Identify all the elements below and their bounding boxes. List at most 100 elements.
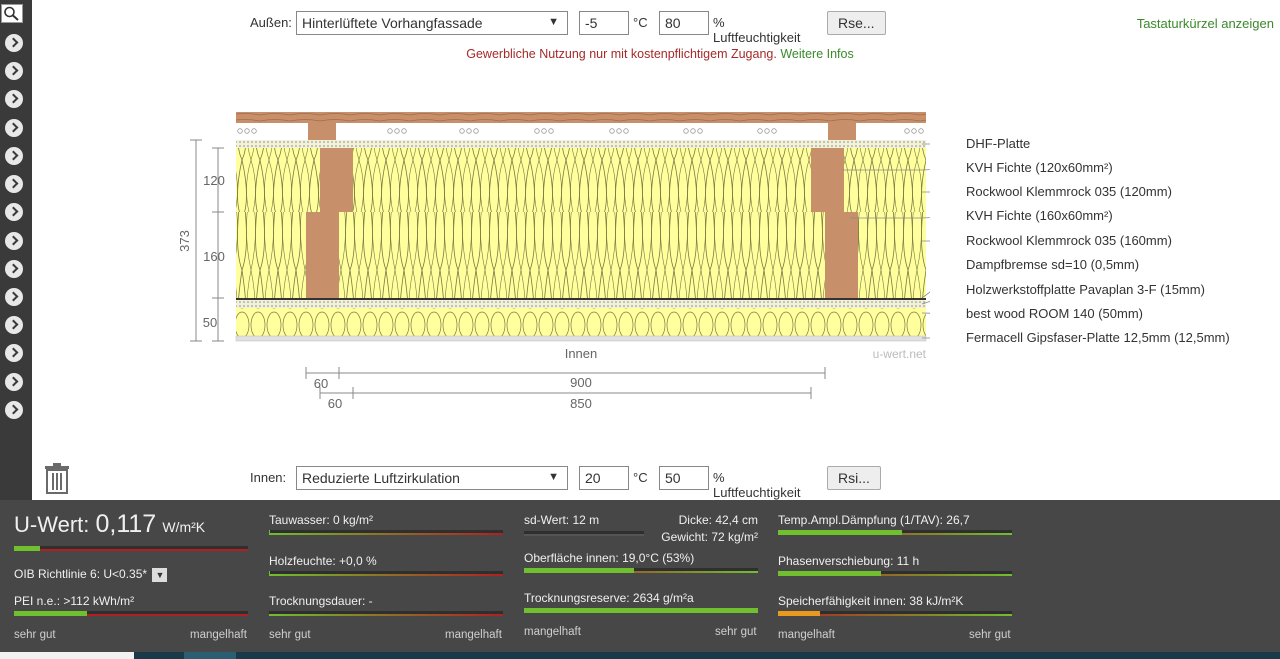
heat-capacity-value: Speicherfähigkeit innen: 38 kJ/m²K <box>778 594 964 608</box>
temp-amplitude-bar <box>778 530 1012 535</box>
layer-expand-icon[interactable] <box>5 260 23 278</box>
scale-bad-label: mangelhaft <box>524 626 581 638</box>
uvalue-display: U-Wert: 0,117 W/m²K <box>14 510 205 539</box>
sd-value: sd-Wert: 12 m <box>524 513 600 527</box>
commercial-notice: Gewerbliche Nutzung nur mit kostenpflich… <box>0 47 1280 61</box>
sd-bar <box>524 531 644 536</box>
wood-moisture-value: Holzfeuchte: +0,0 % <box>269 554 377 568</box>
scale-bad-label: mangelhaft <box>445 629 502 641</box>
layer-label: KVH Fichte (120x60mm²) <box>966 160 1113 175</box>
uvalue: 0,117 <box>95 510 157 538</box>
scale-good-label: sehr gut <box>969 629 1011 641</box>
wall-construction-drawing: 373 120 160 50 Innen u-wert.net 60 900 6… <box>170 100 1230 425</box>
pei-bar <box>14 611 248 616</box>
inside-temp-unit: °C <box>633 470 648 485</box>
scale-good-label: sehr gut <box>715 626 757 638</box>
dropdown-icon[interactable]: ▼ <box>152 567 168 582</box>
spacing-inner: 850 <box>570 396 592 411</box>
rsi-button[interactable]: Rsi... <box>827 466 881 490</box>
inside-temp-input[interactable]: 20 <box>579 466 629 490</box>
layer-label: Rockwool Klemmrock 035 (160mm) <box>966 233 1172 248</box>
drying-reserve-bar <box>524 608 758 613</box>
dhf-board-layer <box>236 140 926 148</box>
inside-label: Innen: <box>250 470 287 485</box>
app-window: Außen: Hinterlüftete Vorhangfassade ▼ -5… <box>0 0 1280 659</box>
layer-expand-icon[interactable] <box>5 147 23 165</box>
osb-board-layer <box>236 300 926 308</box>
oib-requirement: OIB Richtlinie 6: U<0.35* ▼ <box>14 567 168 582</box>
layer-label: Fermacell Gipsfaser-Platte 12,5mm (12,5m… <box>966 330 1230 345</box>
layer-expand-icon[interactable] <box>5 232 23 250</box>
layer-expand-icon[interactable] <box>5 401 23 419</box>
layer-expand-icon[interactable] <box>5 175 23 193</box>
layer-expand-icon[interactable] <box>5 373 23 391</box>
total-thickness: 373 <box>177 230 192 252</box>
layer-expand-icon[interactable] <box>5 288 23 306</box>
inside-humidity-input[interactable]: 50 <box>659 466 709 490</box>
oib-text: OIB Richtlinie 6: U<0.35* <box>14 567 148 581</box>
search-icon[interactable] <box>1 4 23 23</box>
layer-expand-icon[interactable] <box>5 316 23 334</box>
scale-bad-label: mangelhaft <box>778 629 835 641</box>
layer-label: KVH Fichte (160x60mm²) <box>966 208 1113 223</box>
scale-bad-label: mangelhaft <box>190 629 247 641</box>
outside-condition-select[interactable]: Hinterlüftete Vorhangfassade ▼ <box>296 11 568 35</box>
drying-time-value: Trocknungsdauer: - <box>269 594 373 608</box>
watermark: u-wert.net <box>873 347 927 361</box>
inside-condition-value: Reduzierte Luftzirkulation <box>302 470 460 486</box>
spacing-outer: 900 <box>570 375 592 390</box>
outside-humidity-unit: % Luftfeuchtigkeit <box>713 15 801 45</box>
thickness-120: 120 <box>203 173 225 188</box>
outside-temp-unit: °C <box>633 15 648 30</box>
outside-humidity-input[interactable]: 80 <box>659 11 709 35</box>
uvalue-label: U-Wert: <box>14 512 90 537</box>
layer-expand-icon[interactable] <box>5 90 23 108</box>
drying-time-bar <box>269 611 503 616</box>
dropdown-arrow-icon: ▼ <box>548 16 559 28</box>
shortcut-link[interactable]: Tastaturkürzel anzeigen <box>1137 16 1274 31</box>
layer-expand-icon[interactable] <box>5 119 23 137</box>
left-toolbar <box>0 0 32 500</box>
more-info-link[interactable]: Weitere Infos <box>780 47 853 61</box>
layer-label: best wood ROOM 140 (50mm) <box>966 306 1144 321</box>
width-outer: 60 <box>314 376 328 391</box>
uvalue-bar <box>14 546 248 551</box>
temp-amplitude-value: Temp.Ampl.Dämpfung (1/TAV): 26,7 <box>778 513 970 527</box>
layer-label: Dampfbremse sd=10 (0,5mm) <box>966 257 1140 272</box>
inside-condition-select[interactable]: Reduzierte Luftzirkulation ▼ <box>296 466 568 490</box>
inside-humidity-unit: % Luftfeuchtigkeit <box>713 470 801 500</box>
insulation-160-layer <box>236 212 926 298</box>
scale-good-label: sehr gut <box>269 629 311 641</box>
phase-shift-value: Phasenverschiebung: 11 h <box>778 554 920 568</box>
pei-value: PEI n.e.: >112 kWh/m² <box>14 594 135 608</box>
wood-moisture-bar <box>269 571 503 576</box>
inner-side-label: Innen <box>565 346 598 361</box>
rse-button[interactable]: Rse... <box>827 11 886 35</box>
thickness-value: Dicke: 42,4 cm <box>678 513 758 527</box>
heat-capacity-bar <box>778 611 1012 616</box>
condensation-bar <box>269 530 503 535</box>
dropdown-arrow-icon: ▼ <box>548 471 559 483</box>
gypsum-layer <box>235 335 927 342</box>
scale-good-label: sehr gut <box>14 629 56 641</box>
os-taskbar <box>0 652 1280 659</box>
condensation-value: Tauwasser: 0 kg/m² <box>269 513 374 527</box>
notice-text: Gewerbliche Nutzung nur mit kostenpflich… <box>466 47 777 61</box>
outside-temp-input[interactable]: -5 <box>579 11 629 35</box>
vapour-barrier-layer <box>236 298 926 300</box>
layer-label: Holzwerkstoffplatte Pavaplan 3-F (15mm) <box>966 282 1205 297</box>
layer-expand-icon[interactable] <box>5 344 23 362</box>
outside-condition-value: Hinterlüftete Vorhangfassade <box>302 15 483 31</box>
weight-value: Gewicht: 72 kg/m² <box>661 530 758 544</box>
uvalue-unit: W/m²K <box>162 519 206 535</box>
layer-expand-icon[interactable] <box>5 62 23 80</box>
layer-label: Rockwool Klemmrock 035 (120mm) <box>966 184 1172 199</box>
surface-temp-bar <box>524 568 758 573</box>
phase-shift-bar <box>778 571 1012 576</box>
thickness-50: 50 <box>203 315 217 330</box>
width-inner: 60 <box>328 396 342 411</box>
trash-icon[interactable] <box>44 463 70 494</box>
outside-label: Außen: <box>250 15 292 30</box>
layer-expand-icon[interactable] <box>5 203 23 221</box>
results-panel: U-Wert: 0,117 W/m²K OIB Richtlinie 6: U<… <box>0 500 1280 652</box>
